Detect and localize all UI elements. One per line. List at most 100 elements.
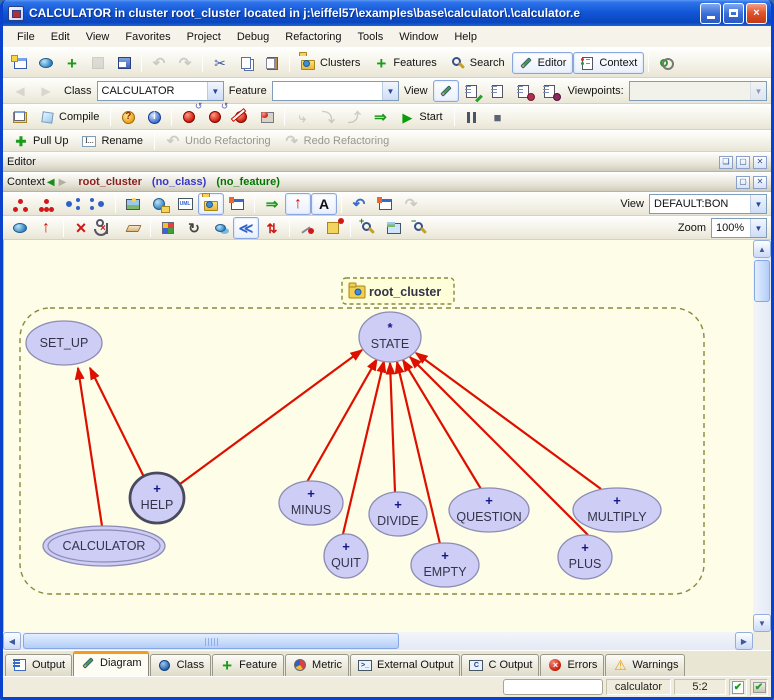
vertical-scrollbar[interactable]: ▲ ▼: [753, 240, 771, 632]
flat-view-button[interactable]: [459, 80, 485, 102]
stop-button[interactable]: ■: [485, 106, 511, 128]
scroll-right-button[interactable]: ▶: [735, 632, 753, 650]
tab-errors[interactable]: ×Errors: [540, 654, 604, 676]
minimize-button[interactable]: [700, 3, 721, 24]
export-image-button[interactable]: [120, 193, 146, 215]
zoom-out-button[interactable]: −: [407, 217, 433, 239]
forward-button[interactable]: ▶: [33, 80, 59, 102]
app-icon[interactable]: [8, 6, 24, 21]
context-crumb-2[interactable]: (no_feature): [216, 176, 280, 188]
force-layout-button[interactable]: [207, 217, 233, 239]
features-button[interactable]: +Features: [367, 52, 443, 74]
tab-warnings[interactable]: ⚠Warnings: [605, 654, 685, 676]
undo-refactoring-button[interactable]: ↶Undo Refactoring: [159, 130, 278, 152]
menu-window[interactable]: Window: [391, 28, 446, 46]
class-node-help[interactable]: +HELP: [130, 473, 184, 523]
menu-edit[interactable]: Edit: [43, 28, 78, 46]
diagram-canvas[interactable]: root_clusterSET_UP*STATE+HELPCALCULATOR+…: [3, 240, 753, 632]
chevron-down-icon[interactable]: ▼: [750, 82, 766, 100]
cluster-view-toggle[interactable]: [198, 193, 224, 215]
save-button[interactable]: [111, 52, 137, 74]
inheritance-link[interactable]: [90, 368, 145, 479]
step-into-button[interactable]: ⤵: [315, 106, 341, 128]
run-no-break-button[interactable]: ⇒: [367, 106, 393, 128]
zoom-in-button[interactable]: +: [355, 217, 381, 239]
remove-breakpoints-button[interactable]: [228, 106, 254, 128]
diagram-redo-button[interactable]: ↷: [398, 193, 424, 215]
menu-tools[interactable]: Tools: [350, 28, 392, 46]
drop-stone-button[interactable]: [176, 106, 202, 128]
horizontal-scroll-thumb[interactable]: [23, 633, 399, 649]
clusters-button[interactable]: Clusters: [294, 52, 367, 74]
inheritance-link[interactable]: [180, 350, 362, 484]
new-window-button[interactable]: [7, 52, 33, 74]
context-crumb-0[interactable]: root_cluster: [78, 176, 142, 188]
menu-favorites[interactable]: Favorites: [117, 28, 178, 46]
uml-view-toggle[interactable]: UML: [172, 193, 198, 215]
scroll-down-button[interactable]: ▼: [753, 614, 771, 632]
text-view-button[interactable]: [485, 80, 511, 102]
redo-button[interactable]: ↷: [172, 52, 198, 74]
project-info-button[interactable]: i: [141, 106, 167, 128]
class-inheritance-tree-button[interactable]: [7, 193, 33, 215]
class-node-state[interactable]: *STATE: [359, 312, 421, 362]
scroll-left-button[interactable]: ◀: [3, 632, 21, 650]
feature-combo[interactable]: ▼: [272, 81, 399, 101]
rename-button[interactable]: I...Rename: [75, 130, 150, 152]
inheritance-link[interactable]: [78, 368, 102, 526]
project-settings-button[interactable]: [7, 106, 33, 128]
maximize-button[interactable]: [723, 3, 744, 24]
tab-external-output[interactable]: >_External Output: [350, 654, 460, 676]
class-node-calculator[interactable]: CALCULATOR: [43, 526, 165, 566]
undock-button[interactable]: ❏: [719, 156, 733, 169]
menu-help[interactable]: Help: [446, 28, 485, 46]
clients-button[interactable]: [85, 193, 111, 215]
status-input-field[interactable]: [503, 679, 603, 695]
context-toggle[interactable]: Context: [573, 52, 644, 74]
zoom-combo[interactable]: 100%▼: [711, 218, 767, 238]
editor-toggle[interactable]: Editor: [512, 52, 574, 74]
new-inheritance-link-button[interactable]: ↑: [33, 217, 59, 239]
inheritance-link[interactable]: [416, 353, 601, 489]
chevron-down-icon[interactable]: ▼: [750, 219, 766, 237]
cut-button[interactable]: ✂: [207, 52, 233, 74]
straighten-button[interactable]: ⇅: [259, 217, 285, 239]
context-back-button[interactable]: ◀: [47, 177, 55, 188]
inheritance-link[interactable]: [403, 360, 481, 489]
close-context-button[interactable]: ✕: [753, 176, 767, 189]
search-button[interactable]: Search: [444, 52, 512, 74]
go-to-target-button[interactable]: ⇒: [259, 193, 285, 215]
fan-layout-toggle[interactable]: ≪: [233, 217, 259, 239]
class-node-minus[interactable]: +MINUS: [279, 481, 343, 525]
new-class-button[interactable]: [33, 52, 59, 74]
redo-refactoring-button[interactable]: ↷Redo Refactoring: [278, 130, 397, 152]
cluster-tree-button[interactable]: [33, 193, 59, 215]
delete-button[interactable]: ×: [68, 217, 94, 239]
chevron-down-icon[interactable]: ▼: [750, 195, 766, 213]
inheritance-links-toggle[interactable]: ↑: [285, 193, 311, 215]
colors-button[interactable]: [155, 217, 181, 239]
views-manager-button[interactable]: [224, 193, 250, 215]
export-diagram-button[interactable]: [146, 193, 172, 215]
tab-diagram[interactable]: Diagram: [73, 651, 149, 676]
menu-file[interactable]: File: [9, 28, 43, 46]
context-forward-button[interactable]: ▶: [59, 177, 67, 188]
chevron-down-icon[interactable]: ▼: [207, 82, 223, 100]
horizontal-scrollbar[interactable]: ◀ ▶: [3, 632, 753, 650]
class-node-multiply[interactable]: +MULTIPLY: [573, 488, 661, 532]
undo-button[interactable]: ↶: [146, 52, 172, 74]
diagram-undo-button[interactable]: ↶: [346, 193, 372, 215]
menu-view[interactable]: View: [78, 28, 118, 46]
show-breakpoints-button[interactable]: [254, 106, 280, 128]
new-feature-button[interactable]: +: [59, 52, 85, 74]
crop-button[interactable]: [320, 217, 346, 239]
compile-help-button[interactable]: ?: [115, 106, 141, 128]
unanchor-button[interactable]: ×: [94, 217, 120, 239]
tab-class[interactable]: Class: [150, 654, 212, 676]
inheritance-link[interactable]: [307, 359, 377, 482]
diagram-view-combo[interactable]: DEFAULT:BON▼: [649, 194, 767, 214]
link-tool-button[interactable]: [653, 52, 679, 74]
menu-debug[interactable]: Debug: [229, 28, 277, 46]
step-over-button[interactable]: ⤷: [289, 106, 315, 128]
viewpoints-combo[interactable]: ▼: [629, 81, 767, 101]
